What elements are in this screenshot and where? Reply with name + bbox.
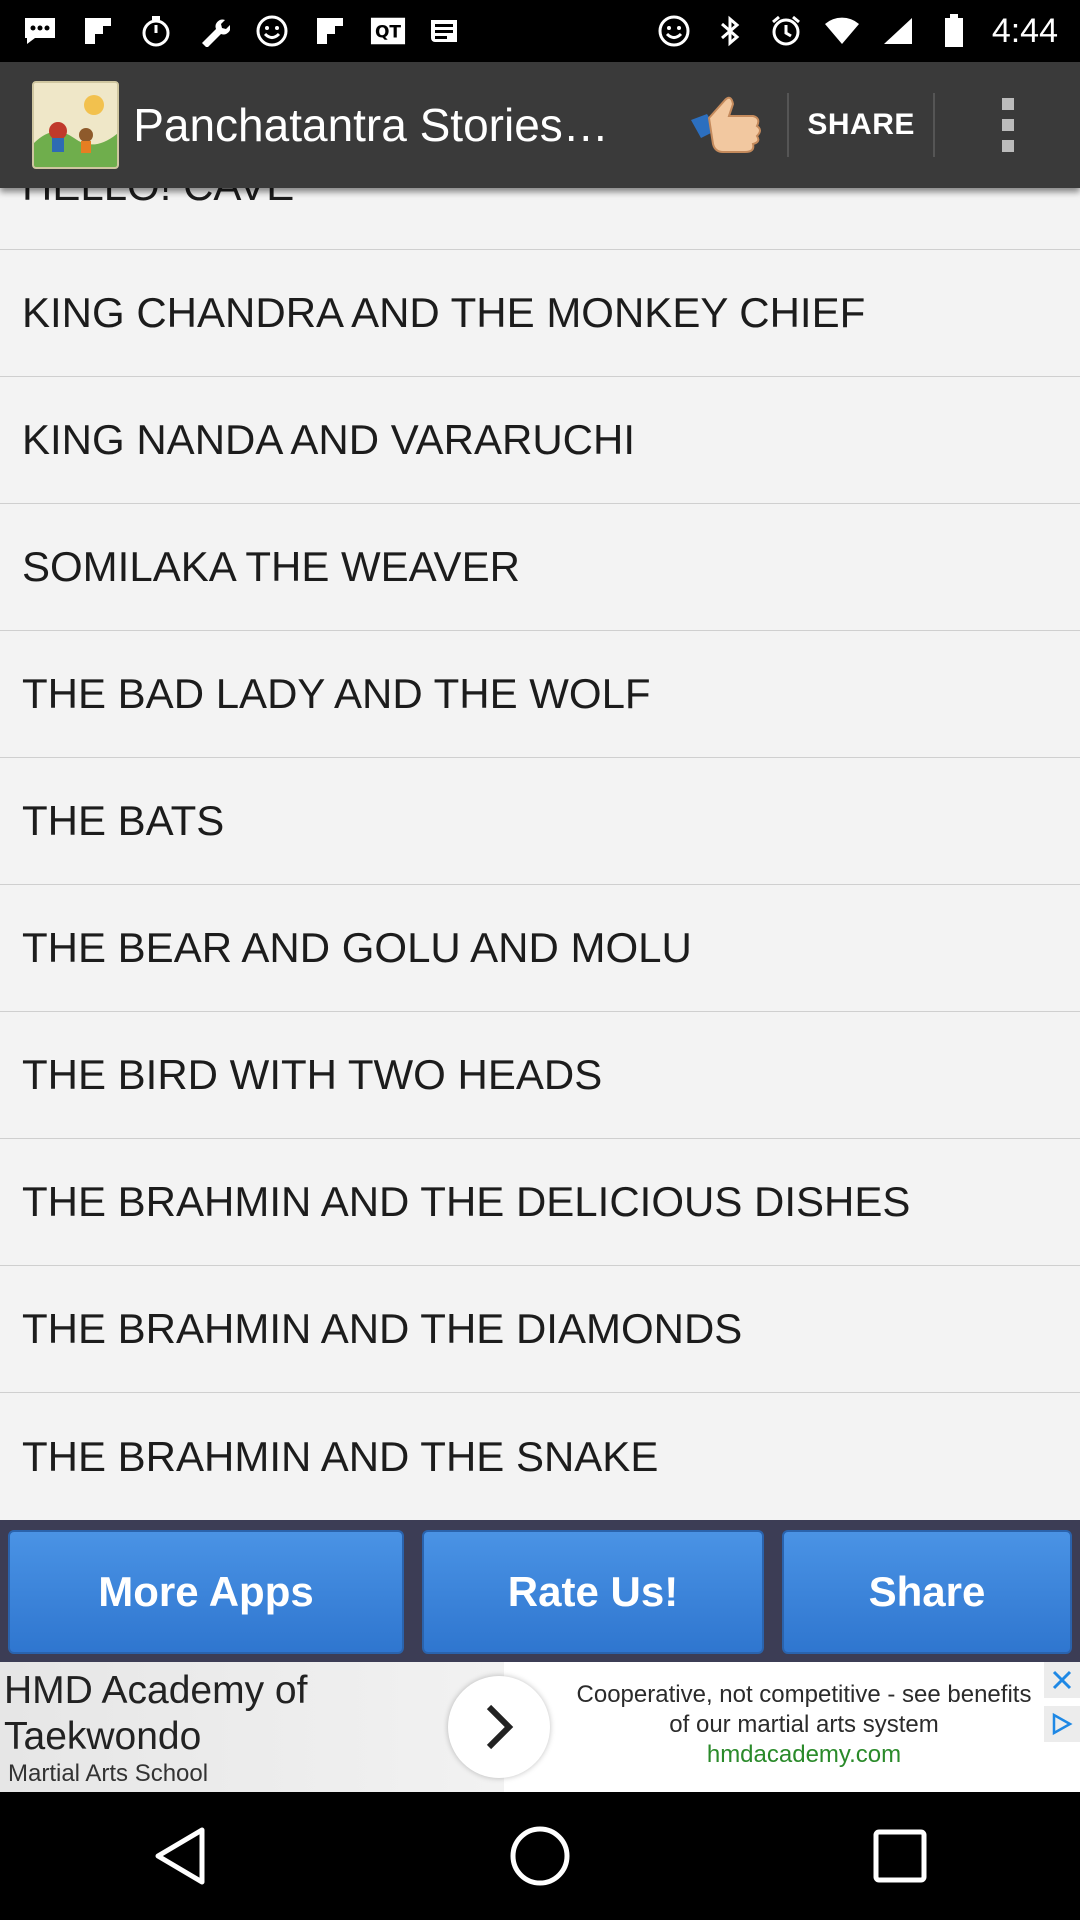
list-item[interactable]: KING NANDA AND VARARUCHI (0, 377, 1080, 504)
alarm-icon (768, 13, 804, 49)
list-item[interactable]: THE BATS (0, 758, 1080, 885)
story-title: HELLO! CAVE (0, 188, 294, 210)
ad-banner[interactable]: HMD Academy of Taekwondo Martial Arts Sc… (0, 1662, 1080, 1792)
like-button[interactable] (668, 62, 787, 188)
thumbs-up-icon (691, 96, 762, 153)
ad-title: HMD Academy of Taekwondo (4, 1669, 308, 1758)
chevron-right-icon (486, 1704, 514, 1750)
story-title: THE BRAHMIN AND THE DELICIOUS DISHES (22, 1178, 911, 1225)
qt-icon: QT (370, 13, 406, 49)
bottom-button-bar: More Apps Rate Us! Share (0, 1520, 1080, 1662)
list-item[interactable]: THE BRAHMIN AND THE DELICIOUS DISHES (0, 1139, 1080, 1266)
ad-open-button[interactable] (448, 1676, 550, 1778)
list-item[interactable]: THE BRAHMIN AND THE SNAKE (0, 1393, 1080, 1520)
story-title: THE BRAHMIN AND THE DIAMONDS (22, 1305, 743, 1352)
more-apps-button[interactable]: More Apps (8, 1530, 404, 1654)
ad-body-text: Cooperative, not competitive - see benef… (576, 1681, 1032, 1738)
smiley-icon (656, 13, 692, 49)
story-title: SOMILAKA THE WEAVER (22, 543, 520, 590)
rate-us-button[interactable]: Rate Us! (422, 1530, 764, 1654)
ad-body: Cooperative, not competitive - see benef… (574, 1680, 1034, 1770)
chat-bubble-icon (22, 13, 58, 49)
ad-choices-button[interactable] (1044, 1706, 1080, 1742)
story-title: THE BATS (22, 797, 225, 844)
back-icon (155, 1827, 205, 1885)
home-icon (510, 1826, 570, 1886)
clock: 4:44 (991, 11, 1058, 50)
bluetooth-icon (712, 13, 748, 49)
smiley-icon (254, 13, 290, 49)
overflow-menu-button[interactable] (935, 62, 1080, 188)
back-button[interactable] (120, 1806, 240, 1906)
ad-choices-icon (1052, 1712, 1073, 1736)
list-item[interactable]: THE BAD LADY AND THE WOLF (0, 631, 1080, 758)
recents-icon (873, 1829, 927, 1883)
list-item[interactable]: THE BIRD WITH TWO HEADS (0, 1012, 1080, 1139)
story-title: THE BIRD WITH TWO HEADS (22, 1051, 603, 1098)
story-title: THE BRAHMIN AND THE SNAKE (22, 1432, 659, 1480)
signal-icon (880, 13, 916, 49)
timer-icon (138, 13, 174, 49)
list-item[interactable]: KING CHANDRA AND THE MONKEY CHIEF (0, 250, 1080, 377)
flipboard-icon (80, 13, 116, 49)
battery-icon (936, 13, 972, 49)
list-item[interactable]: HELLO! CAVE (0, 188, 1080, 250)
wrench-icon (196, 13, 232, 49)
ad-headline-panel[interactable]: HMD Academy of Taekwondo Martial Arts Sc… (0, 1662, 504, 1792)
story-list[interactable]: HELLO! CAVE KING CHANDRA AND THE MONKEY … (0, 188, 1080, 1520)
more-vert-icon (1001, 98, 1014, 152)
close-icon (1052, 1670, 1072, 1690)
story-title: KING NANDA AND VARARUCHI (22, 416, 635, 463)
action-bar: Panchatantra Stories… SHARE (0, 62, 1080, 188)
story-title: THE BEAR AND GOLU AND MOLU (22, 924, 692, 971)
app-logo[interactable] (32, 81, 120, 169)
status-bar: QT 4:44 (0, 0, 1080, 62)
list-item[interactable]: THE BEAR AND GOLU AND MOLU (0, 885, 1080, 1012)
navigation-bar (0, 1792, 1080, 1920)
notification-icons: QT (0, 13, 464, 49)
story-title: KING CHANDRA AND THE MONKEY CHIEF (22, 289, 866, 336)
system-icons: 4:44 (656, 12, 1080, 51)
share-action-button[interactable]: SHARE (789, 62, 934, 188)
newspaper-icon (428, 13, 464, 49)
ad-close-button[interactable] (1044, 1662, 1080, 1698)
home-button[interactable] (480, 1806, 600, 1906)
share-button[interactable]: Share (782, 1530, 1072, 1654)
svg-text:QT: QT (375, 23, 401, 43)
story-title: THE BAD LADY AND THE WOLF (22, 670, 651, 717)
ad-domain[interactable]: hmdacademy.com (707, 1741, 901, 1768)
wifi-icon (824, 13, 860, 49)
list-item[interactable]: THE BRAHMIN AND THE DIAMONDS (0, 1266, 1080, 1393)
recents-button[interactable] (840, 1806, 960, 1906)
app-title: Panchatantra Stories… (133, 99, 609, 151)
flipboard-icon (312, 13, 348, 49)
list-item[interactable]: SOMILAKA THE WEAVER (0, 504, 1080, 631)
ad-subtitle: Martial Arts School (8, 1760, 209, 1787)
